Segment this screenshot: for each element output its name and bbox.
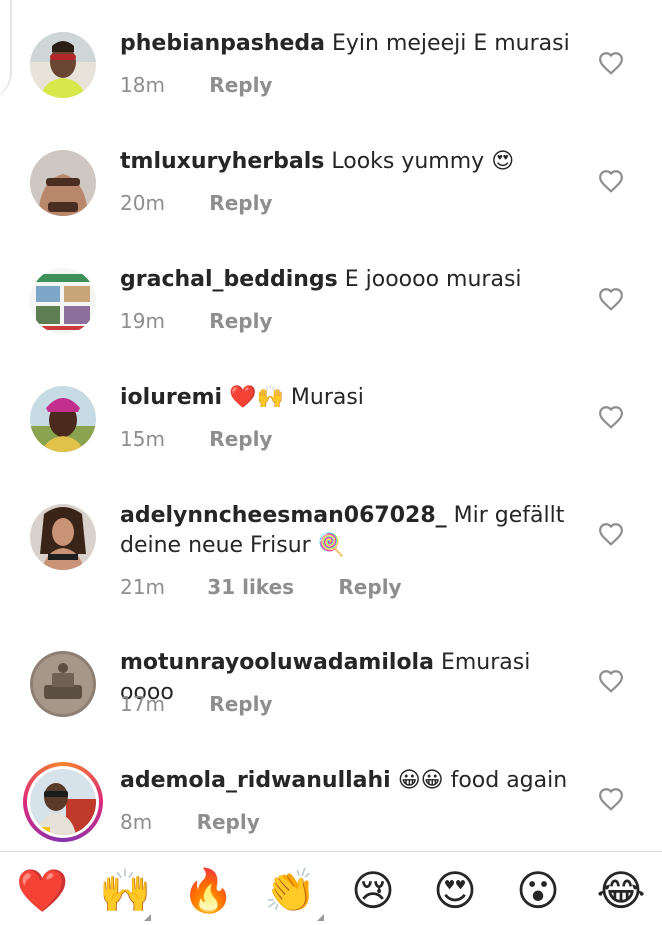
- reaction-laughing-tears-emoji[interactable]: 😂: [596, 868, 646, 914]
- comment-meta: 20m Reply: [120, 191, 272, 215]
- reply-button[interactable]: Reply: [209, 692, 272, 716]
- skin-tone-indicator: [144, 914, 151, 921]
- likes-count[interactable]: 31 likes: [207, 575, 294, 599]
- comments-list[interactable]: phebianpasheda Eyin mejeeji E murasi 18m…: [0, 0, 662, 850]
- comment-timestamp: 18m: [120, 73, 165, 97]
- comment-text: Looks yummy: [331, 149, 485, 174]
- comment-meta: 8m Reply: [120, 810, 260, 834]
- heart-outline-icon[interactable]: [598, 169, 624, 193]
- reply-button[interactable]: Reply: [209, 309, 272, 333]
- comment-body: adelynncheesman067028_ Mir gefällt deine…: [120, 501, 580, 561]
- reaction-fire-emoji[interactable]: 🔥: [182, 868, 234, 914]
- comment-timestamp: 19m: [120, 309, 165, 333]
- comment-body: tmluxuryherbals Looks yummy 😍: [120, 147, 580, 177]
- avatar[interactable]: [30, 651, 96, 717]
- heart-raised-hands-emoji: ❤️🙌: [229, 385, 284, 410]
- comment-timestamp: 8m: [120, 810, 153, 834]
- heart-outline-icon[interactable]: [598, 522, 624, 546]
- comment-username[interactable]: tmluxuryherbals: [120, 149, 324, 174]
- reaction-heart-emoji[interactable]: ❤️: [16, 868, 68, 914]
- heart-outline-icon[interactable]: [598, 287, 624, 311]
- quick-reaction-bar: ❤️ 🙌 🔥 👏 😢 😍 😮 😂: [0, 852, 662, 925]
- avatar[interactable]: [30, 504, 96, 570]
- comment-text: Murasi: [290, 385, 364, 410]
- reply-button[interactable]: Reply: [338, 575, 401, 599]
- comment-timestamp: 15m: [120, 427, 165, 451]
- reply-button[interactable]: Reply: [209, 191, 272, 215]
- grinning-face-emoji: 😀😀: [397, 768, 444, 793]
- heart-eyes-emoji: 😍: [491, 149, 515, 174]
- reply-button[interactable]: Reply: [209, 427, 272, 451]
- comment-meta: 15m Reply: [120, 427, 272, 451]
- comment-meta: 19m Reply: [120, 309, 272, 333]
- comment-username[interactable]: phebianpasheda: [120, 31, 325, 56]
- avatar[interactable]: [30, 386, 96, 452]
- story-ring[interactable]: [23, 762, 103, 842]
- reaction-surprised-face-emoji[interactable]: 😮: [513, 868, 563, 914]
- reply-button[interactable]: Reply: [197, 810, 260, 834]
- comment-body: ioluremi ❤️🙌 Murasi: [120, 383, 580, 413]
- comment-body: grachal_beddings E jooooo murasi: [120, 265, 580, 295]
- comment-meta: 17m Reply: [120, 692, 272, 716]
- comment-username[interactable]: adelynncheesman067028_: [120, 503, 447, 528]
- heart-outline-icon[interactable]: [598, 787, 624, 811]
- comment-text: Eyin mejeeji E murasi: [332, 31, 570, 56]
- avatar[interactable]: [30, 150, 96, 216]
- avatar[interactable]: [30, 268, 96, 334]
- reaction-heart-eyes-emoji[interactable]: 😍: [430, 868, 480, 914]
- comment-body: ademola_ridwanullahi 😀😀 food again: [120, 766, 580, 796]
- heart-outline-icon[interactable]: [598, 669, 624, 693]
- heart-outline-icon[interactable]: [598, 405, 624, 429]
- comment-body: phebianpasheda Eyin mejeeji E murasi: [120, 29, 580, 59]
- avatar[interactable]: [30, 769, 96, 835]
- comment-meta: 18m Reply: [120, 73, 272, 97]
- lollipop-emoji: 🍭: [317, 533, 346, 558]
- heart-outline-icon[interactable]: [598, 51, 624, 75]
- comment-timestamp: 20m: [120, 191, 165, 215]
- reply-button[interactable]: Reply: [209, 73, 272, 97]
- comment-username[interactable]: motunrayooluwadamilola: [120, 650, 434, 675]
- comment-username[interactable]: ademola_ridwanullahi: [120, 768, 391, 793]
- comment-timestamp: 17m: [120, 692, 165, 716]
- avatar[interactable]: [30, 32, 96, 98]
- reaction-raised-hands-emoji[interactable]: 🙌: [99, 868, 151, 914]
- comment-username[interactable]: grachal_beddings: [120, 267, 338, 292]
- reaction-clapping-hands-emoji[interactable]: 👏: [264, 868, 316, 914]
- skin-tone-indicator: [317, 914, 324, 921]
- reaction-crying-face-emoji[interactable]: 😢: [348, 868, 398, 914]
- comment-text: E jooooo murasi: [344, 267, 522, 292]
- comment-timestamp: 21m: [120, 575, 165, 599]
- comment-text: food again: [450, 768, 568, 793]
- comment-username[interactable]: ioluremi: [120, 385, 222, 410]
- comment-meta: 21m 31 likes Reply: [120, 575, 402, 599]
